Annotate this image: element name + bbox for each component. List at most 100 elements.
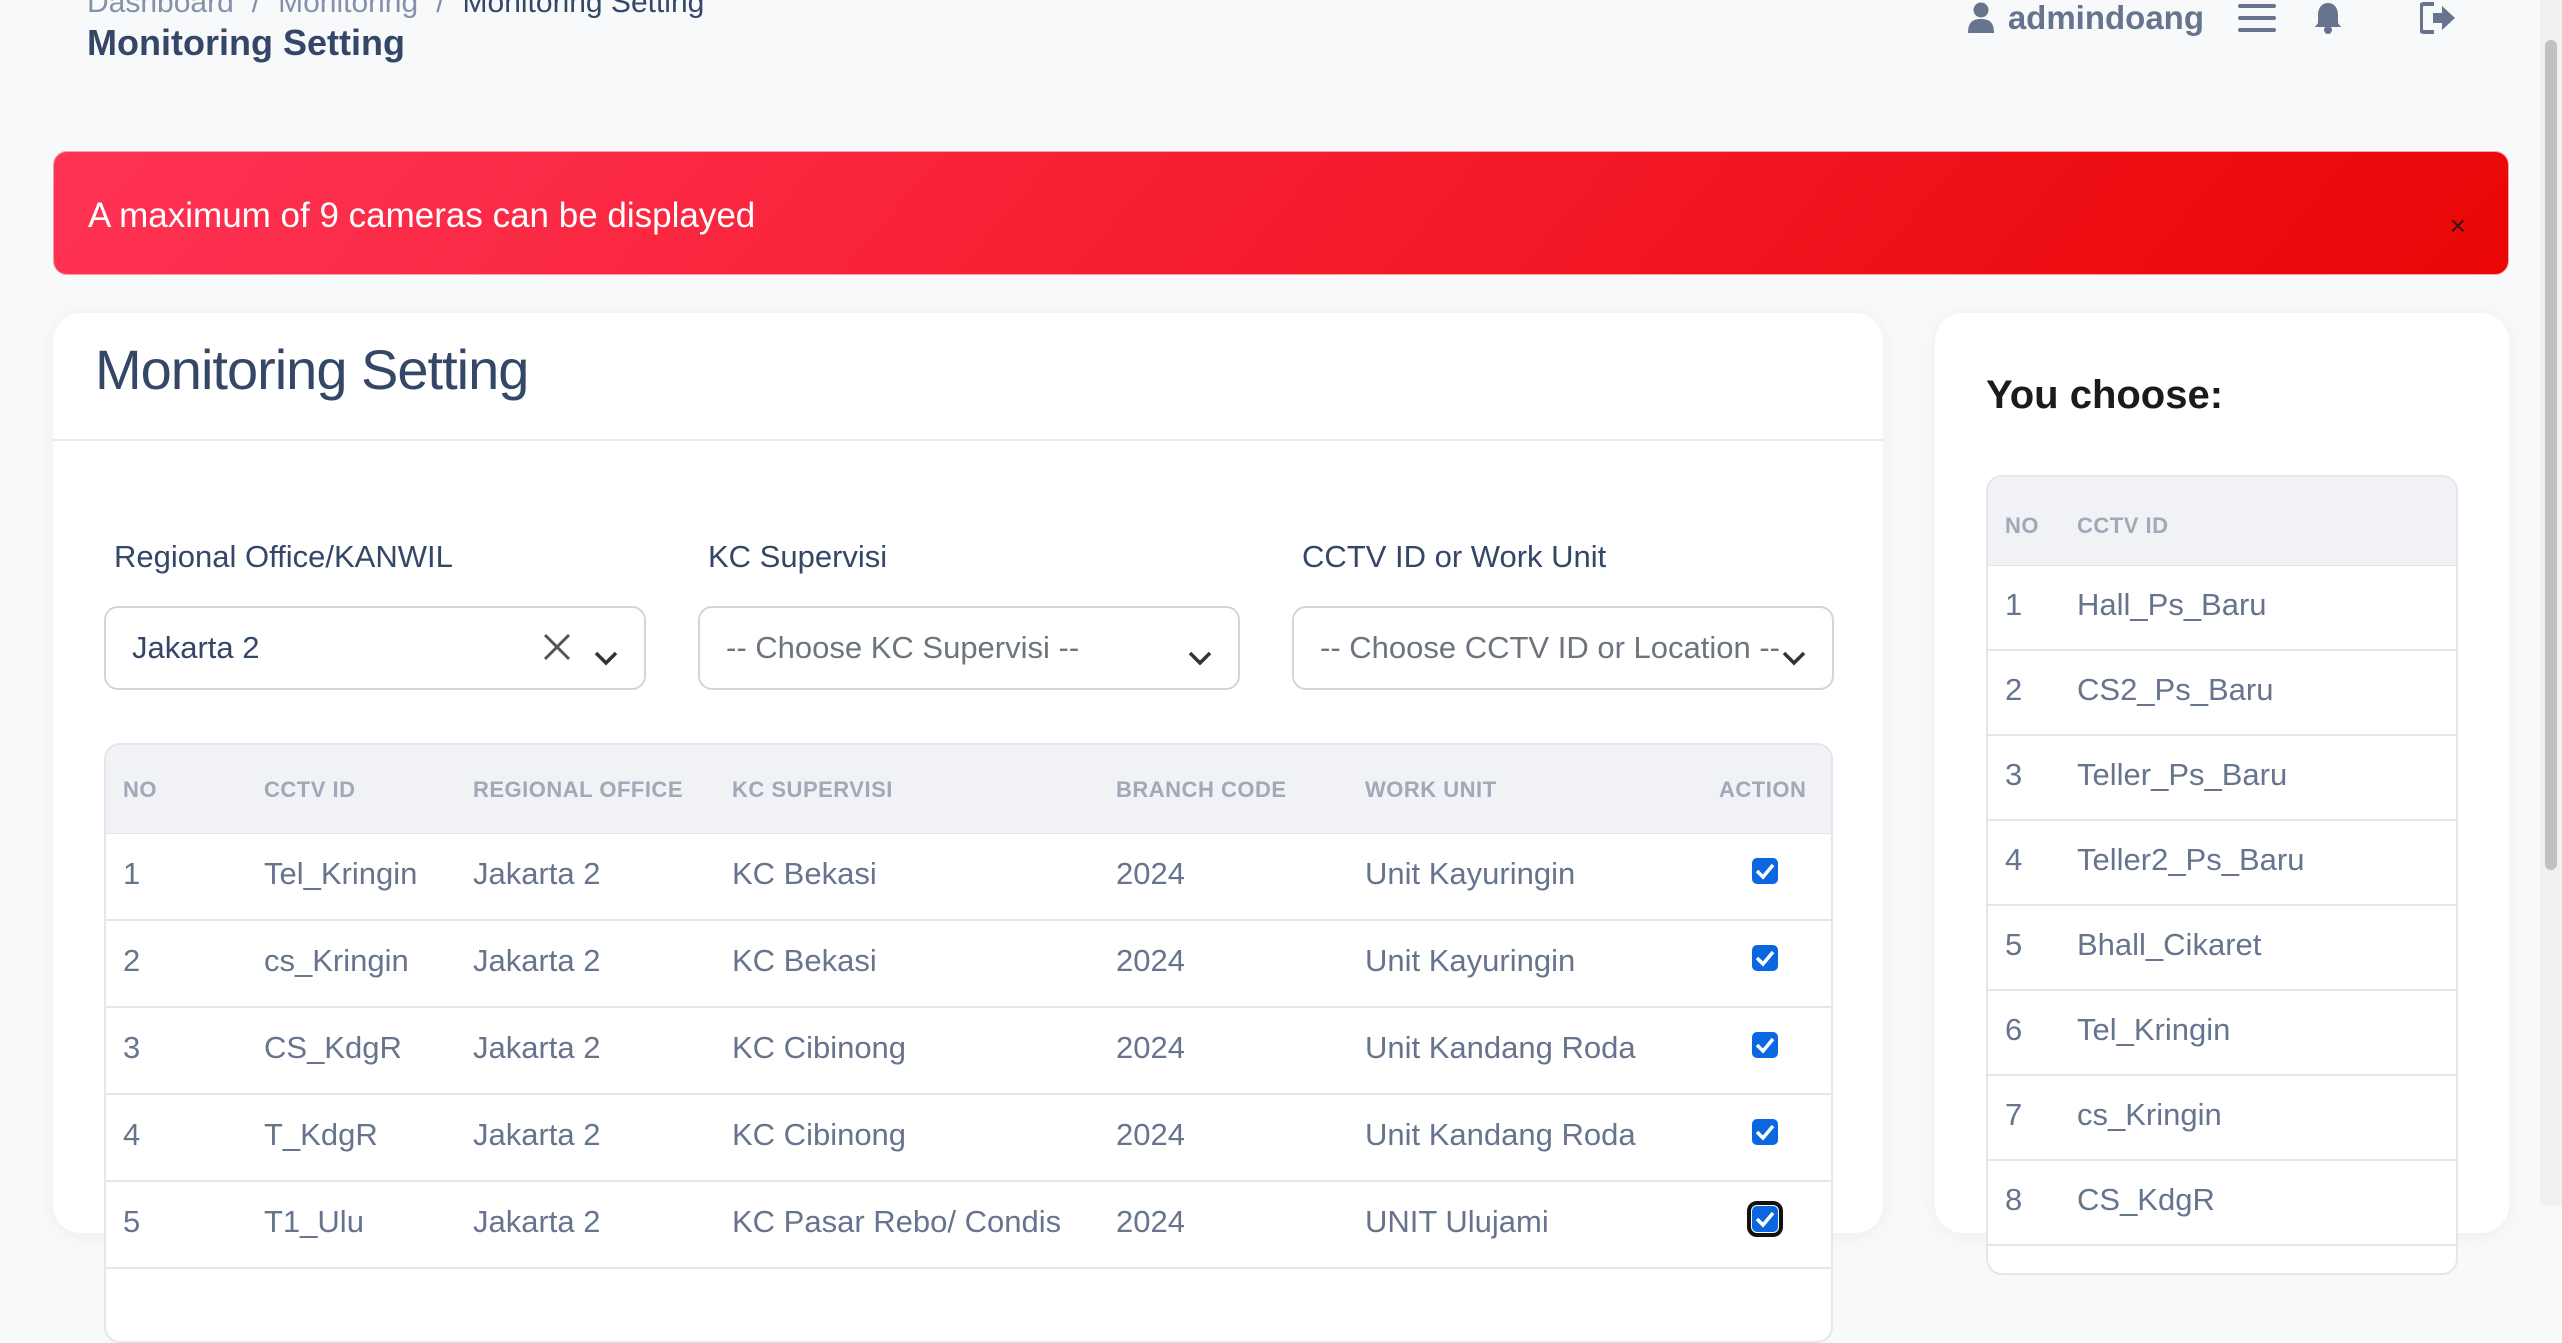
cell-no: 5	[123, 1204, 141, 1239]
cell-cctv-id: Hall_Ps_Baru	[2077, 587, 2267, 622]
chevron-down-icon	[1188, 638, 1212, 674]
list-item: 3 Teller_Ps_Baru	[1988, 736, 2456, 821]
card-header: Monitoring Setting	[53, 313, 1883, 441]
list-item: 5 Bhall_Cikaret	[1988, 906, 2456, 991]
cell-cctv-id: Tel_Kringin	[264, 856, 418, 891]
cell-regional-office: Jakarta 2	[473, 1117, 601, 1152]
header-cctv-id: CCTV ID	[2077, 513, 2169, 538]
cell-cctv-id: T_KdgR	[264, 1117, 378, 1152]
cell-cctv-id: cs_Kringin	[2077, 1097, 2222, 1132]
table-row: 4 T_KdgR Jakarta 2 KC Cibinong 2024 Unit Kand…	[106, 1095, 1831, 1182]
cell-work-unit: UNIT Ulujami	[1365, 1204, 1549, 1239]
hamburger-menu-icon[interactable]	[2238, 3, 2276, 33]
cell-work-unit: Unit Kandang Roda	[1365, 1117, 1636, 1152]
header-no: NO	[2005, 513, 2039, 538]
cell-cctv-id: CS_KdgR	[264, 1030, 402, 1065]
table-row: 2 cs_Kringin Jakarta 2 KC Bekasi 2024 Unit Ka…	[106, 921, 1831, 1008]
regional-office-label: Regional Office/KANWIL	[114, 539, 453, 574]
cell-cctv-id: Bhall_Cikaret	[2077, 927, 2262, 962]
row-select-checkbox[interactable]	[1752, 1119, 1778, 1145]
cell-cctv-id: T1_Ulu	[264, 1204, 364, 1239]
breadcrumb-dashboard[interactable]: Dashboard	[87, 0, 234, 19]
cell-regional-office: Jakarta 2	[473, 856, 601, 891]
page-title: Monitoring Setting	[87, 22, 405, 63]
row-select-checkbox[interactable]	[1752, 1032, 1778, 1058]
cell-no: 1	[123, 856, 141, 891]
cell-regional-office: Jakarta 2	[473, 1030, 601, 1065]
alert-message: A maximum of 9 cameras can be displayed	[88, 196, 756, 235]
page-scrollbar[interactable]	[2540, 0, 2562, 1206]
kc-supervisi-select[interactable]: -- Choose KC Supervisi --	[698, 606, 1240, 690]
header-no: NO	[123, 777, 157, 802]
cell-branch-code: 2024	[1116, 943, 1185, 978]
selected-title: You choose:	[1986, 373, 2224, 417]
row-select-checkbox[interactable]	[1752, 858, 1778, 884]
selected-cameras-table: NO CCTV ID 1 Hall_Ps_Baru 2 CS2_Ps_Baru 3 Tel…	[1986, 475, 2458, 1275]
alert-banner: A maximum of 9 cameras can be displayed …	[53, 151, 2509, 275]
cell-no: 5	[2005, 927, 2023, 962]
cctv-id-placeholder: -- Choose CCTV ID or Location --	[1320, 630, 1780, 665]
breadcrumb-separator: /	[251, 0, 261, 19]
scrollbar-thumb[interactable]	[2545, 40, 2557, 870]
row-select-checkbox[interactable]	[1752, 945, 1778, 971]
cell-work-unit: Unit Kandang Roda	[1365, 1030, 1636, 1065]
cell-branch-code: 2024	[1116, 856, 1185, 891]
top-navigation: admindoang	[1967, 0, 2456, 38]
list-item: 6 Tel_Kringin	[1988, 991, 2456, 1076]
table-row: 5 T1_Ulu Jakarta 2 KC Pasar Rebo/ Condis 202…	[106, 1182, 1831, 1269]
table-row: 1 Tel_Kringin Jakarta 2 KC Bekasi 2024 Unit K…	[106, 834, 1831, 921]
cctv-id-select[interactable]: -- Choose CCTV ID or Location --	[1292, 606, 1834, 690]
cell-no: 4	[123, 1117, 141, 1152]
logout-icon[interactable]	[2420, 2, 2456, 34]
row-select-checkbox[interactable]	[1747, 1201, 1783, 1237]
cell-no: 1	[2005, 587, 2023, 622]
monitoring-setting-card: Monitoring Setting Regional Office/KANWI…	[53, 313, 1883, 1343]
cell-no: 2	[123, 943, 141, 978]
cell-cctv-id: Teller2_Ps_Baru	[2077, 842, 2305, 877]
cell-no: 6	[2005, 1012, 2023, 1047]
chevron-down-icon	[594, 638, 618, 674]
selected-table-header: NO CCTV ID	[1988, 477, 2456, 566]
cell-cctv-id: cs_Kringin	[264, 943, 409, 978]
cell-no: 2	[2005, 672, 2023, 707]
cell-kc-supervisi: KC Cibinong	[732, 1030, 907, 1065]
list-item: 2 CS2_Ps_Baru	[1988, 651, 2456, 736]
cell-work-unit: Unit Kayuringin	[1365, 943, 1576, 978]
card-title: Monitoring Setting	[95, 338, 529, 401]
breadcrumb: Dashboard / Monitoring / Monitoring Setting	[87, 0, 704, 20]
cell-kc-supervisi: KC Pasar Rebo/ Condis	[732, 1204, 1062, 1239]
breadcrumb-current: Monitoring Setting	[462, 0, 705, 19]
regional-office-select[interactable]: Jakarta 2	[104, 606, 646, 690]
header-regional-office: REGIONAL OFFICE	[473, 777, 683, 802]
cell-cctv-id: Tel_Kringin	[2077, 1012, 2231, 1047]
header-cctv-id: CCTV ID	[264, 777, 356, 802]
cell-kc-supervisi: KC Cibinong	[732, 1117, 907, 1152]
username: admindoang	[2007, 0, 2204, 36]
user-menu[interactable]: admindoang	[1967, 0, 2204, 37]
clear-icon[interactable]	[542, 632, 572, 670]
table-row: 3 CS_KdgR Jakarta 2 KC Cibinong 2024 Unit Kan…	[106, 1008, 1831, 1095]
list-item: 4 Teller2_Ps_Baru	[1988, 821, 2456, 906]
breadcrumb-separator: /	[436, 0, 445, 19]
breadcrumb-monitoring[interactable]: Monitoring	[278, 0, 418, 19]
cell-no: 4	[2005, 842, 2023, 877]
cell-cctv-id: CS_KdgR	[2077, 1182, 2215, 1217]
selected-cameras-card: You choose: NO CCTV ID 1 Hall_Ps_Baru 2 CS2…	[1935, 313, 2509, 1275]
header-work-unit: WORK UNIT	[1365, 777, 1497, 802]
cell-branch-code: 2024	[1116, 1117, 1185, 1152]
user-icon	[1967, 2, 1994, 34]
header-kc-supervisi: KC SUPERVISI	[732, 777, 893, 802]
kc-supervisi-label: KC Supervisi	[708, 539, 888, 574]
cell-branch-code: 2024	[1116, 1030, 1185, 1065]
cell-no: 8	[2005, 1182, 2023, 1217]
bell-icon[interactable]	[2314, 2, 2342, 34]
table-header: NO CCTV ID REGIONAL OFFICE KC SUPERVISI …	[106, 745, 1831, 834]
list-item: 8 CS_KdgR	[1988, 1161, 2456, 1246]
list-item: 1 Hall_Ps_Baru	[1988, 566, 2456, 651]
alert-close-button[interactable]: ×	[2450, 212, 2466, 240]
cell-work-unit: Unit Kayuringin	[1365, 856, 1576, 891]
cell-regional-office: Jakarta 2	[473, 1204, 601, 1239]
cell-kc-supervisi: KC Bekasi	[732, 856, 877, 891]
header-action: ACTION	[1719, 777, 1807, 802]
cell-branch-code: 2024	[1116, 1204, 1185, 1239]
